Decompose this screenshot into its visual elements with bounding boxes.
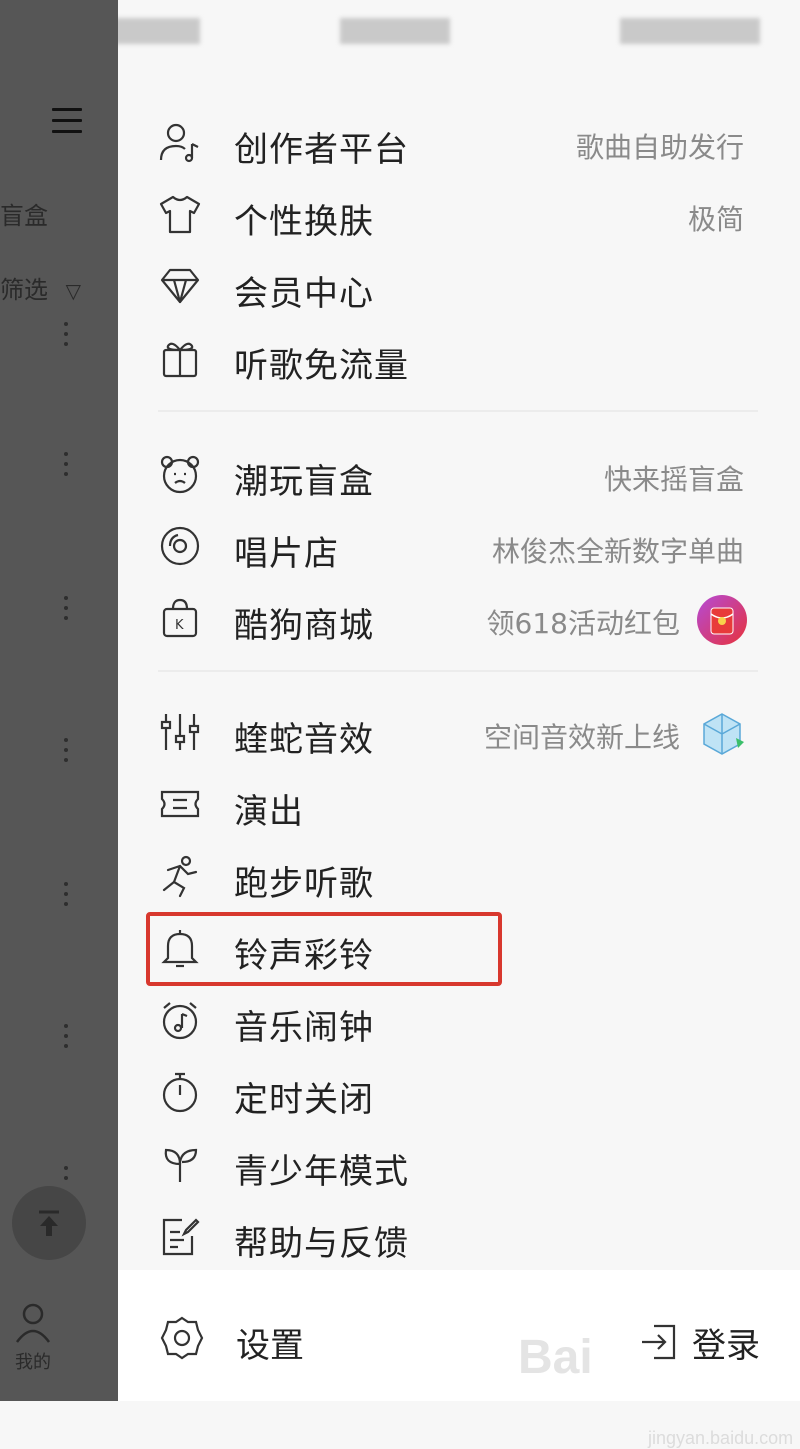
feedback-icon bbox=[158, 1214, 202, 1258]
menu-item-viper-sound[interactable]: 蝰蛇音效 空间音效新上线 bbox=[118, 694, 800, 764]
filter-icon: ▽ bbox=[65, 279, 82, 303]
menu-item-skin[interactable]: 个性换肤 极简 bbox=[118, 176, 800, 246]
equalizer-icon bbox=[158, 710, 202, 754]
menu-item-label: 定时关闭 bbox=[234, 1080, 374, 1120]
menu-item-label: 演出 bbox=[234, 792, 304, 832]
menu-item-label: 唱片店 bbox=[234, 534, 339, 574]
tab-profile[interactable]: 我的 bbox=[8, 1300, 58, 1374]
menu-item-label: 帮助与反馈 bbox=[234, 1224, 409, 1264]
menu-item-hint: 空间音效新上线 bbox=[483, 721, 680, 754]
menu-item-label: 个性换肤 bbox=[234, 202, 374, 242]
watermark-url: jingyan.baidu.com bbox=[648, 1428, 794, 1448]
bg-tab-blindbox: 盲盒 bbox=[0, 202, 48, 230]
menu-item-label: 酷狗商城 bbox=[234, 606, 374, 646]
menu-item-label: 跑步听歌 bbox=[234, 864, 374, 904]
arrow-up-icon bbox=[39, 1210, 59, 1236]
more-icon bbox=[64, 1166, 70, 1186]
red-envelope-badge bbox=[696, 594, 748, 646]
menu-item-label: 会员中心 bbox=[234, 274, 374, 314]
runner-icon bbox=[158, 854, 202, 898]
settings-button[interactable]: 设置 bbox=[236, 1318, 304, 1367]
menu-item-label: 创作者平台 bbox=[234, 130, 409, 170]
alarm-clock-icon bbox=[158, 998, 202, 1042]
menu-item-free-data[interactable]: 听歌免流量 bbox=[118, 320, 800, 390]
menu-item-hint: 快来摇盲盒 bbox=[603, 463, 744, 496]
menu-item-label: 潮玩盲盒 bbox=[234, 462, 374, 502]
cube-badge bbox=[696, 708, 748, 760]
more-icon bbox=[64, 882, 70, 912]
bear-icon bbox=[158, 452, 202, 496]
menu-item-label: 蝰蛇音效 bbox=[234, 720, 374, 760]
menu-item-hint: 歌曲自助发行 bbox=[575, 131, 744, 164]
menu-item-creator-platform[interactable]: 创作者平台 歌曲自助发行 bbox=[118, 104, 800, 174]
shopping-bag-icon: K bbox=[158, 596, 202, 640]
gear-icon[interactable] bbox=[158, 1314, 206, 1362]
more-icon bbox=[64, 1024, 70, 1054]
tshirt-icon bbox=[158, 192, 202, 236]
svg-text:K: K bbox=[175, 618, 184, 633]
menu-item-running[interactable]: 跑步听歌 bbox=[118, 838, 800, 908]
blurred-status-2 bbox=[340, 18, 450, 44]
more-icon bbox=[64, 452, 70, 482]
menu-icon[interactable] bbox=[52, 108, 82, 138]
group-divider bbox=[158, 410, 758, 412]
login-button[interactable]: 登录 bbox=[692, 1318, 760, 1367]
menu-item-hint: 领618活动红包 bbox=[486, 607, 680, 640]
menu-item-label: 听歌免流量 bbox=[234, 346, 409, 386]
ticket-icon bbox=[158, 782, 202, 826]
creator-icon bbox=[158, 120, 202, 164]
group-divider bbox=[158, 670, 758, 672]
menu-item-label: 青少年模式 bbox=[234, 1152, 409, 1192]
annotation-highlight-box bbox=[146, 912, 502, 986]
blurred-status-3 bbox=[620, 18, 760, 44]
menu-item-kugou-mall[interactable]: K 酷狗商城 领618活动红包 bbox=[118, 580, 800, 650]
menu-item-shows[interactable]: 演出 bbox=[118, 766, 800, 836]
menu-item-record-store[interactable]: 唱片店 林俊杰全新数字单曲 bbox=[118, 508, 800, 578]
status-strip bbox=[0, 0, 800, 60]
back-to-top-button[interactable] bbox=[12, 1186, 86, 1260]
menu-item-hint: 林俊杰全新数字单曲 bbox=[491, 535, 744, 568]
vinyl-icon bbox=[158, 524, 202, 568]
bg-filter-label: 筛选 bbox=[0, 276, 48, 304]
background-app-overlay[interactable]: 盲盒 筛选 ▽ 我的 bbox=[0, 0, 118, 1401]
more-icon bbox=[64, 596, 70, 626]
gift-icon bbox=[158, 336, 202, 380]
login-icon[interactable] bbox=[636, 1320, 680, 1364]
more-icon bbox=[64, 738, 70, 768]
more-icon bbox=[64, 322, 70, 352]
diamond-icon bbox=[158, 264, 202, 308]
tab-profile-label: 我的 bbox=[15, 1352, 51, 1373]
menu-item-hint: 极简 bbox=[687, 203, 744, 236]
menu-item-vip-center[interactable]: 会员中心 bbox=[118, 248, 800, 318]
menu-item-music-alarm[interactable]: 音乐闹钟 bbox=[118, 982, 800, 1052]
menu-item-label: 音乐闹钟 bbox=[234, 1008, 374, 1048]
user-icon bbox=[15, 1303, 51, 1343]
side-drawer: 创作者平台 歌曲自助发行 个性换肤 极简 会员中心 听歌免流量 潮玩盲盒 快来摇… bbox=[118, 60, 800, 1448]
menu-item-teen-mode[interactable]: 青少年模式 bbox=[118, 1126, 800, 1196]
sprout-icon bbox=[158, 1142, 202, 1186]
drawer-bottom-bar: 设置 登录 bbox=[118, 1270, 800, 1401]
menu-item-help-feedback[interactable]: 帮助与反馈 bbox=[118, 1198, 800, 1268]
bg-filter: 筛选 ▽ bbox=[0, 270, 81, 305]
timer-icon bbox=[158, 1070, 202, 1114]
watermark-logo: Bai bbox=[518, 1331, 593, 1384]
menu-item-sleep-timer[interactable]: 定时关闭 bbox=[118, 1054, 800, 1124]
menu-item-blind-box[interactable]: 潮玩盲盒 快来摇盲盒 bbox=[118, 436, 800, 506]
